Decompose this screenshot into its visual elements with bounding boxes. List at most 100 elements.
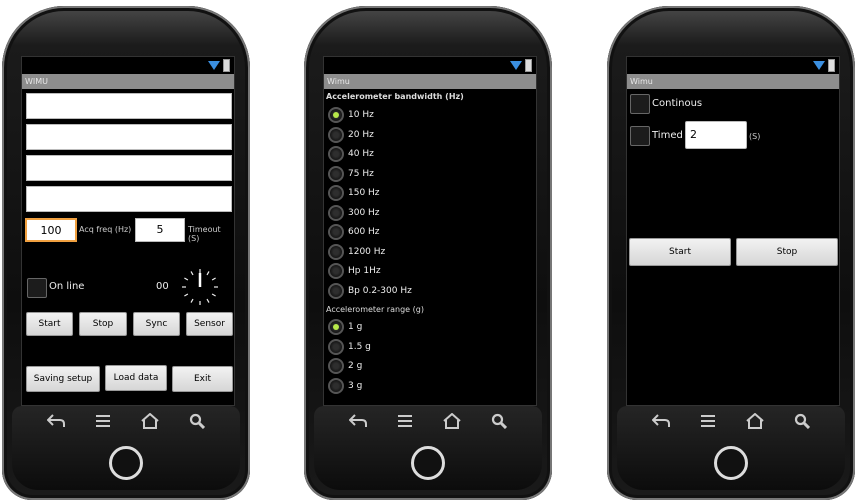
phone-1: WIMU 100 Acq freq (Hz) 5 Timeout (S) On … <box>2 6 250 500</box>
radio-button[interactable] <box>328 165 344 182</box>
status-bar <box>324 57 536 73</box>
text-field-4[interactable] <box>26 186 232 212</box>
phone-2: Wimu Accelerometer bandwidth (Hz) 10 Hz 2… <box>304 6 552 500</box>
exit-button[interactable]: Exit <box>172 366 233 392</box>
radio-button[interactable] <box>328 146 344 162</box>
bandwidth-option-label: 20 Hz <box>348 129 374 140</box>
hardware-home-button[interactable] <box>411 446 445 480</box>
bandwidth-option-label: 75 Hz <box>348 168 374 179</box>
range-option[interactable]: 2 g <box>328 356 362 376</box>
text-field-3[interactable] <box>26 155 232 181</box>
bandwidth-option-label: 10 Hz <box>348 110 374 120</box>
continous-checkbox[interactable] <box>630 94 650 114</box>
start-button[interactable]: Start <box>26 312 73 336</box>
start-button[interactable]: Start <box>629 238 731 266</box>
range-option[interactable]: 1 g <box>328 317 362 337</box>
bandwidth-option-label: 150 Hz <box>348 188 380 198</box>
bandwidth-option-label: 40 Hz <box>348 149 374 159</box>
range-option[interactable]: 1.5 g <box>328 337 371 357</box>
bandwidth-header: Accelerometer bandwidth (Hz) <box>326 92 464 101</box>
signal-icon <box>208 61 220 70</box>
hardware-home-button[interactable] <box>714 446 748 480</box>
search-icon[interactable] <box>792 411 812 431</box>
back-icon[interactable] <box>46 411 66 431</box>
range-header: Accelerometer range (g) <box>326 305 424 314</box>
sensor-button[interactable]: Sensor <box>186 312 233 336</box>
radio-button[interactable] <box>328 243 344 260</box>
radio-button[interactable] <box>328 185 344 201</box>
app-title-bar: Wimu <box>324 74 536 89</box>
radio-button[interactable] <box>328 319 344 335</box>
screen-acquisition-mode: Wimu Continous Timed 2 (S) Start Stop <box>626 56 840 406</box>
stop-button[interactable]: Stop <box>736 238 838 266</box>
bandwidth-option[interactable]: 20 Hz <box>328 125 374 145</box>
bandwidth-option[interactable]: Hp 1Hz <box>328 261 381 281</box>
radio-button[interactable] <box>328 126 344 143</box>
menu-icon[interactable] <box>93 411 113 431</box>
online-label: On line <box>49 281 85 292</box>
hardware-home-button[interactable] <box>109 446 143 480</box>
saving-setup-button[interactable]: Saving setup <box>26 366 100 392</box>
sync-button[interactable]: Sync <box>133 312 180 336</box>
radio-button[interactable] <box>328 263 344 279</box>
range-option[interactable]: 3 g <box>328 376 362 396</box>
menu-icon[interactable] <box>698 411 718 431</box>
acq-freq-input[interactable]: 100 <box>25 218 77 242</box>
signal-icon <box>510 61 522 70</box>
bandwidth-option-label: 1200 Hz <box>348 246 386 257</box>
range-option-label: 1.5 g <box>348 341 371 352</box>
radio-button[interactable] <box>328 204 344 221</box>
clock-dial-icon <box>182 269 218 305</box>
app-title-bar: WIMU <box>22 74 234 89</box>
radio-button[interactable] <box>328 282 344 299</box>
radio-button[interactable] <box>328 358 344 374</box>
home-icon[interactable] <box>442 411 462 431</box>
status-bar <box>627 57 839 73</box>
range-option-label: 3 g <box>348 380 363 391</box>
timed-seconds-input[interactable]: 2 <box>685 121 747 149</box>
menu-icon[interactable] <box>395 411 415 431</box>
search-icon[interactable] <box>489 411 509 431</box>
timeout-input[interactable]: 5 <box>135 218 185 242</box>
battery-icon <box>525 59 532 72</box>
back-icon[interactable] <box>651 411 671 431</box>
home-icon[interactable] <box>745 411 765 431</box>
timed-checkbox[interactable] <box>630 126 650 146</box>
timed-label: Timed <box>652 130 683 141</box>
timeout-label: Timeout (S) <box>188 225 221 243</box>
bandwidth-option[interactable]: 75 Hz <box>328 164 374 184</box>
status-bar <box>22 57 234 73</box>
bandwidth-option[interactable]: Bp 0.2-300 Hz <box>328 281 412 301</box>
home-icon[interactable] <box>140 411 160 431</box>
bandwidth-option-label: Hp 1Hz <box>348 266 381 276</box>
radio-button[interactable] <box>328 224 344 240</box>
bandwidth-option-label: 300 Hz <box>348 207 380 218</box>
app-title-bar: Wimu <box>627 74 839 89</box>
bandwidth-option[interactable]: 40 Hz <box>328 144 374 164</box>
radio-button[interactable] <box>328 338 344 355</box>
text-field-2[interactable] <box>26 124 232 150</box>
range-option-label: 2 g <box>348 361 363 371</box>
nav-bar <box>334 408 522 434</box>
radio-button[interactable] <box>328 107 344 123</box>
battery-icon <box>223 59 230 72</box>
acq-freq-label: Acq freq (Hz) <box>79 225 132 234</box>
bandwidth-option[interactable]: 150 Hz <box>328 183 380 203</box>
signal-icon <box>813 61 825 70</box>
radio-button[interactable] <box>328 377 344 394</box>
bandwidth-option[interactable]: 600 Hz <box>328 222 380 242</box>
search-icon[interactable] <box>187 411 207 431</box>
nav-bar <box>637 408 825 434</box>
online-checkbox[interactable] <box>27 278 47 298</box>
back-icon[interactable] <box>348 411 368 431</box>
timed-unit-label: (S) <box>749 132 761 141</box>
text-field-1[interactable] <box>26 93 232 119</box>
bandwidth-option[interactable]: 300 Hz <box>328 203 380 223</box>
load-data-button[interactable]: Load data <box>105 365 167 391</box>
stop-button[interactable]: Stop <box>79 312 127 336</box>
bandwidth-option-label: Bp 0.2-300 Hz <box>348 285 412 296</box>
bandwidth-option[interactable]: 10 Hz <box>328 105 374 125</box>
bandwidth-option-label: 600 Hz <box>348 227 380 237</box>
bandwidth-option[interactable]: 1200 Hz <box>328 242 385 262</box>
battery-icon <box>828 59 835 72</box>
